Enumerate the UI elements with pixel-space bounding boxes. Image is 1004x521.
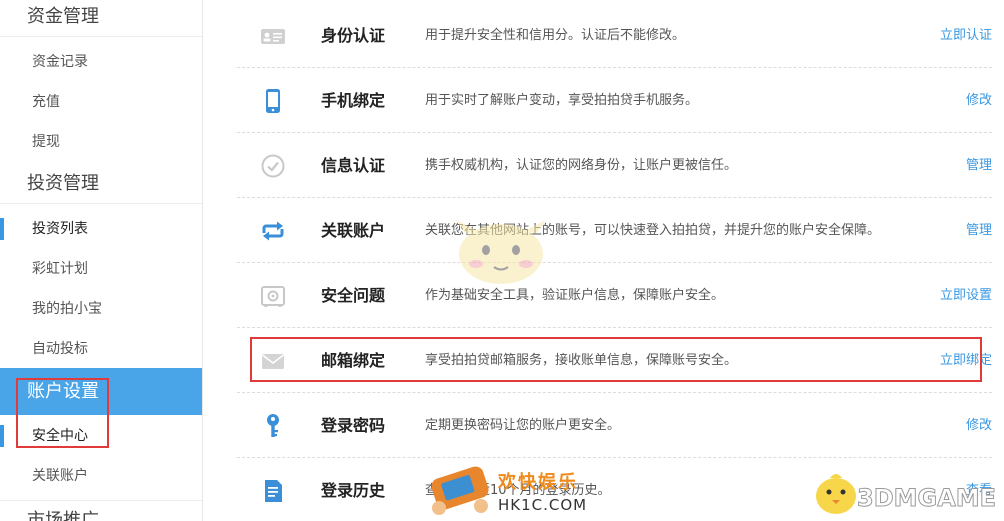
- row-description: 用于实时了解账户变动，享受拍拍贷手机服务。: [425, 93, 699, 108]
- modify-phone-link[interactable]: 修改: [966, 68, 992, 133]
- row-title: 登录历史: [321, 481, 386, 500]
- check-circle-icon: [261, 154, 285, 178]
- sidebar-item-investment-list[interactable]: 投资列表: [0, 209, 202, 249]
- row-description: 享受拍拍贷邮箱服务，接收账单信息，保障账号安全。: [425, 353, 738, 368]
- sidebar: 资金管理 资金记录 充值 提现 投资管理 投资列表 彩虹计划 我的拍小宝 自动投…: [0, 0, 203, 521]
- bind-email-link[interactable]: 立即绑定: [940, 328, 992, 393]
- sidebar-item-my-paixiaobao[interactable]: 我的拍小宝: [0, 289, 202, 329]
- row-title: 登录密码: [321, 416, 386, 435]
- sidebar-group-investment[interactable]: 投资管理: [0, 164, 202, 204]
- id-card-icon: [261, 29, 285, 44]
- sidebar-group-marketing[interactable]: 市场推广: [0, 500, 202, 521]
- security-row-password: 登录密码 定期更换密码让您的账户更安全。 修改: [237, 393, 992, 458]
- watermark-brand: 3DMGAME: [856, 484, 997, 513]
- security-row-question: 安全问题 作为基础安全工具，验证账户信息，保障账户安全。 立即设置: [237, 263, 992, 328]
- security-row-identity: 身份认证 用于提升安全性和信用分。认证后不能修改。 立即认证: [237, 3, 992, 68]
- sidebar-item-withdraw[interactable]: 提现: [0, 122, 202, 162]
- mail-icon: [262, 354, 284, 369]
- sidebar-item-recharge[interactable]: 充值: [0, 82, 202, 122]
- sidebar-group-funds[interactable]: 资金管理: [0, 0, 202, 37]
- document-icon: [265, 480, 282, 502]
- manage-linked-link[interactable]: 管理: [966, 198, 992, 263]
- modify-password-link[interactable]: 修改: [966, 393, 992, 458]
- security-row-phone: 手机绑定 用于实时了解账户变动，享受拍拍贷手机服务。 修改: [237, 68, 992, 133]
- sidebar-item-linked-accounts[interactable]: 关联账户: [0, 456, 202, 496]
- security-row-email: 邮箱绑定 享受拍拍贷邮箱服务，接收账单信息，保障账号安全。 立即绑定: [237, 328, 992, 393]
- key-icon: [267, 414, 279, 437]
- row-title: 关联账户: [321, 221, 386, 240]
- verify-now-link[interactable]: 立即认证: [940, 3, 992, 68]
- row-title: 身份认证: [321, 26, 386, 45]
- sidebar-item-rainbow-plan[interactable]: 彩虹计划: [0, 249, 202, 289]
- phone-icon: [266, 89, 280, 113]
- watermark-site-url: HK1C.COM: [498, 496, 588, 514]
- security-row-linked: 关联账户 关联您在其他网站上的账号，可以快速登入拍拍贷，并提升您的账户安全保障。…: [237, 198, 992, 263]
- watermark-site-cn: 欢快娱乐: [498, 472, 578, 493]
- sidebar-item-fund-records[interactable]: 资金记录: [0, 42, 202, 82]
- sidebar-group-account-settings[interactable]: 账户设置: [0, 368, 202, 415]
- row-title: 手机绑定: [321, 91, 386, 110]
- manage-info-link[interactable]: 管理: [966, 133, 992, 198]
- safe-icon: [261, 286, 285, 307]
- row-title: 信息认证: [321, 156, 386, 175]
- mascot-watermark-icon: [456, 220, 546, 284]
- set-question-link[interactable]: 立即设置: [940, 263, 992, 328]
- chick-logo-icon: [816, 474, 856, 514]
- sidebar-item-auto-bid[interactable]: 自动投标: [0, 329, 202, 369]
- row-description: 用于提升安全性和信用分。认证后不能修改。: [425, 28, 686, 43]
- sidebar-item-security-center[interactable]: 安全中心: [0, 416, 202, 456]
- gamepad-watermark-icon: [431, 466, 489, 515]
- row-title: 邮箱绑定: [321, 351, 386, 370]
- security-row-info: 信息认证 携手权威机构，认证您的网络身份，让账户更被信任。 管理: [237, 133, 992, 198]
- link-arrows-icon: [262, 221, 284, 241]
- row-description: 定期更换密码让您的账户更安全。: [425, 418, 621, 433]
- security-center-list: 身份认证 用于提升安全性和信用分。认证后不能修改。 立即认证 手机绑定 用于实时…: [204, 0, 1004, 521]
- row-title: 安全问题: [321, 286, 386, 305]
- row-description: 携手权威机构，认证您的网络身份，让账户更被信任。: [425, 158, 738, 173]
